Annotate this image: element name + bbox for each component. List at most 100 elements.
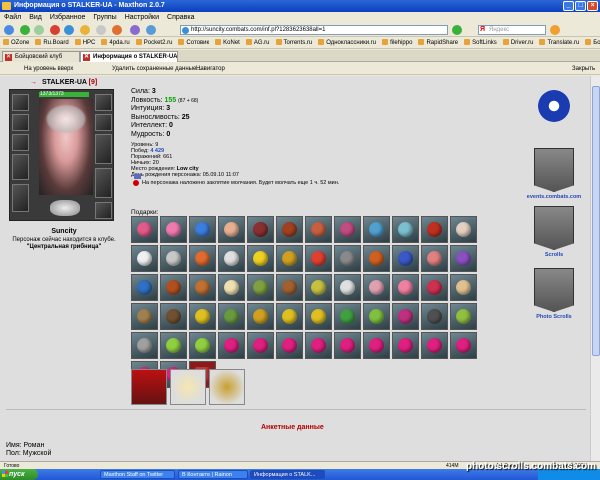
gift-item[interactable] [363, 332, 390, 359]
gift-item[interactable] [189, 332, 216, 359]
link-item[interactable]: RapidShare [418, 37, 458, 48]
gift-item[interactable] [392, 216, 419, 243]
stop-icon[interactable] [50, 25, 60, 35]
photo-scrolls-link[interactable]: Photo Scrolls [524, 314, 584, 320]
gift-item[interactable] [392, 245, 419, 272]
gift-item[interactable] [131, 274, 158, 301]
link-item[interactable]: HPC [75, 37, 96, 48]
gift-item[interactable] [276, 303, 303, 330]
equipment-slot[interactable] [95, 134, 112, 164]
address-bar[interactable]: http://suncity.combats.com/inf.pl?128362… [180, 25, 448, 35]
gift-item[interactable] [305, 303, 332, 330]
gift-item[interactable] [131, 332, 158, 359]
gift-item[interactable] [131, 303, 158, 330]
gift-item[interactable] [218, 216, 245, 243]
gift-item[interactable] [363, 245, 390, 272]
rss-icon[interactable] [112, 25, 122, 35]
forward-icon[interactable] [34, 25, 44, 35]
gift-item[interactable] [218, 245, 245, 272]
gift-item[interactable] [247, 274, 274, 301]
gift-item[interactable] [305, 245, 332, 272]
go-icon[interactable] [452, 25, 462, 35]
link-item[interactable]: OZone [3, 37, 29, 48]
task-vkontakte[interactable]: В Контакте | Rainon [178, 470, 248, 479]
gift-item[interactable] [334, 216, 361, 243]
gift-item[interactable] [450, 303, 477, 330]
back-icon[interactable] [20, 25, 30, 35]
task-character-info[interactable]: Информация о STALK... [250, 470, 325, 479]
gift-item[interactable] [305, 216, 332, 243]
gift-item[interactable] [450, 332, 477, 359]
link-item[interactable]: Сотовик [178, 37, 209, 48]
gift-item[interactable] [160, 216, 187, 243]
menu-groups[interactable]: Группы [93, 12, 116, 23]
close-tab-button[interactable]: Закрыть [572, 63, 595, 75]
vertical-scrollbar[interactable] [590, 76, 600, 461]
link-item[interactable]: Translate.ru [539, 37, 579, 48]
gift-item[interactable] [334, 245, 361, 272]
link-item[interactable]: SoftLinks [464, 37, 497, 48]
equipment-slot[interactable] [12, 94, 29, 111]
gift-item[interactable] [421, 216, 448, 243]
combats-logo-icon[interactable] [538, 90, 570, 122]
equipment-slot[interactable] [12, 134, 29, 151]
gift-item[interactable] [421, 245, 448, 272]
gift-item[interactable] [218, 303, 245, 330]
start-button[interactable]: пуск [0, 469, 38, 480]
home-icon[interactable] [80, 25, 90, 35]
gift-item[interactable] [189, 274, 216, 301]
scrolls-link[interactable]: Scrolls [524, 252, 584, 258]
gift-item[interactable] [218, 274, 245, 301]
gift-item[interactable] [363, 216, 390, 243]
link-item[interactable]: Одноклассники.ru [318, 37, 376, 48]
gift-item[interactable] [450, 274, 477, 301]
new-tab-icon[interactable] [4, 25, 14, 35]
award-item[interactable] [170, 369, 206, 405]
gift-item[interactable] [160, 303, 187, 330]
search-go-icon[interactable] [550, 25, 560, 35]
award-item[interactable] [131, 369, 167, 405]
tab-fight-club[interactable]: ✕ Бойцовский клуб [2, 51, 80, 62]
gift-item[interactable] [334, 332, 361, 359]
equipment-slot[interactable] [12, 184, 29, 212]
scrolls-banner-icon[interactable] [534, 206, 574, 250]
gift-item[interactable] [189, 245, 216, 272]
menu-view[interactable]: Вид [29, 12, 42, 23]
gift-item[interactable] [247, 216, 274, 243]
gift-item[interactable] [421, 303, 448, 330]
link-item[interactable]: KoNet [215, 37, 240, 48]
maximize-button[interactable]: □ [575, 1, 586, 11]
equipment-slot[interactable] [95, 94, 112, 111]
link-item[interactable]: Pocket2.ru [136, 37, 173, 48]
equipment-slot[interactable] [12, 114, 29, 131]
link-item[interactable]: filehippo [382, 37, 412, 48]
gift-item[interactable] [160, 332, 187, 359]
link-item[interactable]: AG.ru [246, 37, 270, 48]
menu-help[interactable]: Справка [167, 12, 194, 23]
gift-item[interactable] [247, 332, 274, 359]
gift-item[interactable] [450, 216, 477, 243]
gift-item[interactable] [131, 245, 158, 272]
gift-item[interactable] [189, 216, 216, 243]
equipment-slot[interactable] [95, 202, 112, 219]
gift-item[interactable] [392, 274, 419, 301]
equipment-slot[interactable] [12, 154, 29, 180]
menu-file[interactable]: Файл [4, 12, 21, 23]
gift-item[interactable] [160, 274, 187, 301]
search-input[interactable]: Я Яндекс [478, 25, 546, 35]
photo-scrolls-banner-icon[interactable] [534, 268, 574, 312]
menu-settings[interactable]: Настройки [125, 12, 159, 23]
gift-item[interactable] [421, 332, 448, 359]
equipment-slot[interactable] [95, 168, 112, 198]
mail-icon[interactable] [146, 25, 156, 35]
link-item[interactable]: Torrents.ru [276, 37, 313, 48]
gift-item[interactable] [305, 274, 332, 301]
gift-item[interactable] [189, 303, 216, 330]
tab-character-info[interactable]: ✕ Информация о STALKER-UA [80, 51, 178, 62]
equipment-slot[interactable] [95, 114, 112, 131]
gift-item[interactable] [247, 303, 274, 330]
gift-item[interactable] [363, 303, 390, 330]
link-item[interactable]: Ru.Board [35, 37, 68, 48]
gift-item[interactable] [392, 303, 419, 330]
task-twitter[interactable]: Maxthon Staff on Twitter [100, 470, 175, 479]
